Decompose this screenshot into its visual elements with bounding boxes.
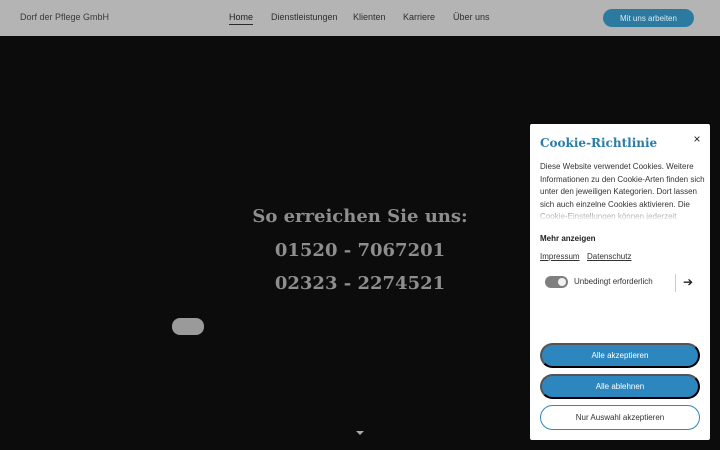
- show-more-link[interactable]: Mehr anzeigen: [540, 234, 596, 243]
- nav-item-ueber-uns[interactable]: Über uns: [453, 12, 490, 22]
- phone-number-1[interactable]: 01520 - 7067201: [180, 240, 540, 261]
- chevron-down-icon[interactable]: [356, 431, 364, 435]
- datenschutz-link[interactable]: Datenschutz: [587, 252, 631, 261]
- site-header: Dorf der Pflege GmbH Home Dienstleistung…: [0, 0, 720, 36]
- cookie-dialog-title: Cookie-Richtlinie: [540, 136, 658, 150]
- nav-item-karriere[interactable]: Karriere: [403, 12, 435, 22]
- impressum-link[interactable]: Impressum: [540, 252, 580, 261]
- phone-number-2[interactable]: 02323 - 2274521: [180, 273, 540, 294]
- cookie-category-label: Unbedingt erforderlich: [574, 277, 653, 286]
- hero-title: So erreichen Sie uns:: [252, 206, 468, 227]
- hero-button-placeholder[interactable]: [172, 318, 204, 335]
- nav-item-dienstleistungen[interactable]: Dienstleistungen: [271, 12, 338, 22]
- arrow-right-icon[interactable]: ➔: [683, 274, 693, 290]
- category-divider: [675, 274, 676, 292]
- nav-item-home[interactable]: Home: [229, 12, 254, 25]
- accept-all-button[interactable]: Alle akzeptieren: [540, 343, 700, 368]
- reject-all-button[interactable]: Alle ablehnen: [540, 374, 700, 399]
- toggle-knob: [558, 278, 566, 286]
- cookie-category-row: Unbedingt erforderlich ➔: [540, 271, 700, 295]
- close-icon[interactable]: ×: [690, 132, 704, 146]
- accept-selection-button[interactable]: Nur Auswahl akzeptieren: [540, 405, 700, 430]
- cookie-description: Diese Website verwendet Cookies. Weitere…: [540, 162, 705, 220]
- nav-item-klienten[interactable]: Klienten: [353, 12, 386, 22]
- necessary-cookies-toggle[interactable]: [545, 276, 568, 288]
- cookie-dialog: Cookie-Richtlinie × Diese Website verwen…: [530, 124, 710, 440]
- work-with-us-button[interactable]: Mit uns arbeiten: [603, 9, 694, 27]
